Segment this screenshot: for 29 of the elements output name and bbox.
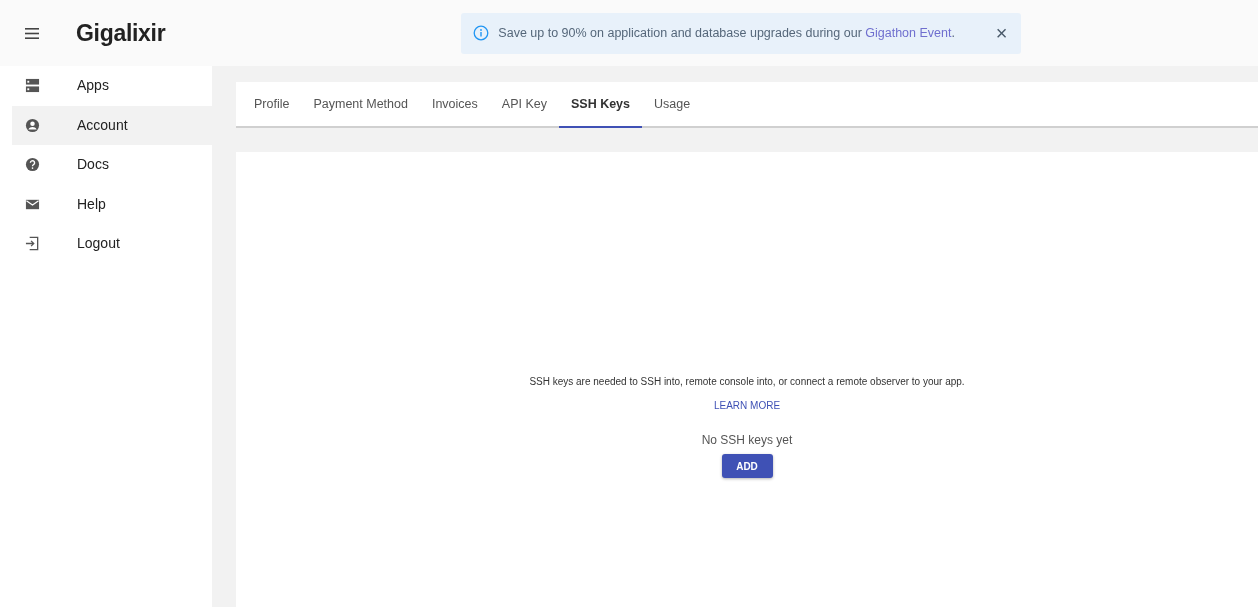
sidebar-label: Apps — [77, 76, 109, 96]
description-text: SSH keys are needed to SSH into, remote console into, or connect a remote observer to your app. — [529, 375, 965, 389]
logout-icon — [24, 236, 40, 252]
tab[interactable]: Usage — [642, 82, 703, 126]
tab[interactable]: SSH Keys — [558, 82, 643, 126]
tab[interactable]: API Key — [489, 82, 559, 126]
tab[interactable]: Invoices — [419, 82, 490, 126]
app-logo: Gigalixir — [76, 18, 166, 48]
tab[interactable]: Payment Method — [301, 82, 420, 126]
sidebar-item[interactable]: Help — [12, 184, 212, 224]
menu-icon[interactable] — [25, 27, 39, 39]
sidebar-label: Logout — [77, 234, 120, 254]
learn-more-link[interactable]: LEARN MORE — [713, 398, 781, 413]
sidebar-label: Docs — [77, 155, 109, 175]
info-icon — [473, 25, 490, 41]
server-icon — [24, 78, 40, 94]
sidebar-item[interactable]: Logout — [12, 224, 212, 264]
empty-state-text: No SSH keys yet — [701, 432, 793, 449]
add-button[interactable]: ADD — [721, 454, 773, 478]
sidebar-item[interactable]: Apps — [12, 66, 212, 106]
banner-text: Save up to 90% on application and database upgrades during our Gigathon Event. — [498, 24, 955, 42]
account-icon — [24, 117, 40, 133]
close-button[interactable]: × — [993, 23, 1010, 43]
sidebar-label: Account — [77, 115, 128, 135]
sidebar-label: Help — [77, 194, 106, 214]
tab[interactable]: Profile — [242, 82, 302, 126]
sidebar-item[interactable]: Account — [12, 105, 212, 145]
help-icon — [24, 157, 40, 173]
sidebar-item[interactable]: Docs — [12, 145, 212, 185]
